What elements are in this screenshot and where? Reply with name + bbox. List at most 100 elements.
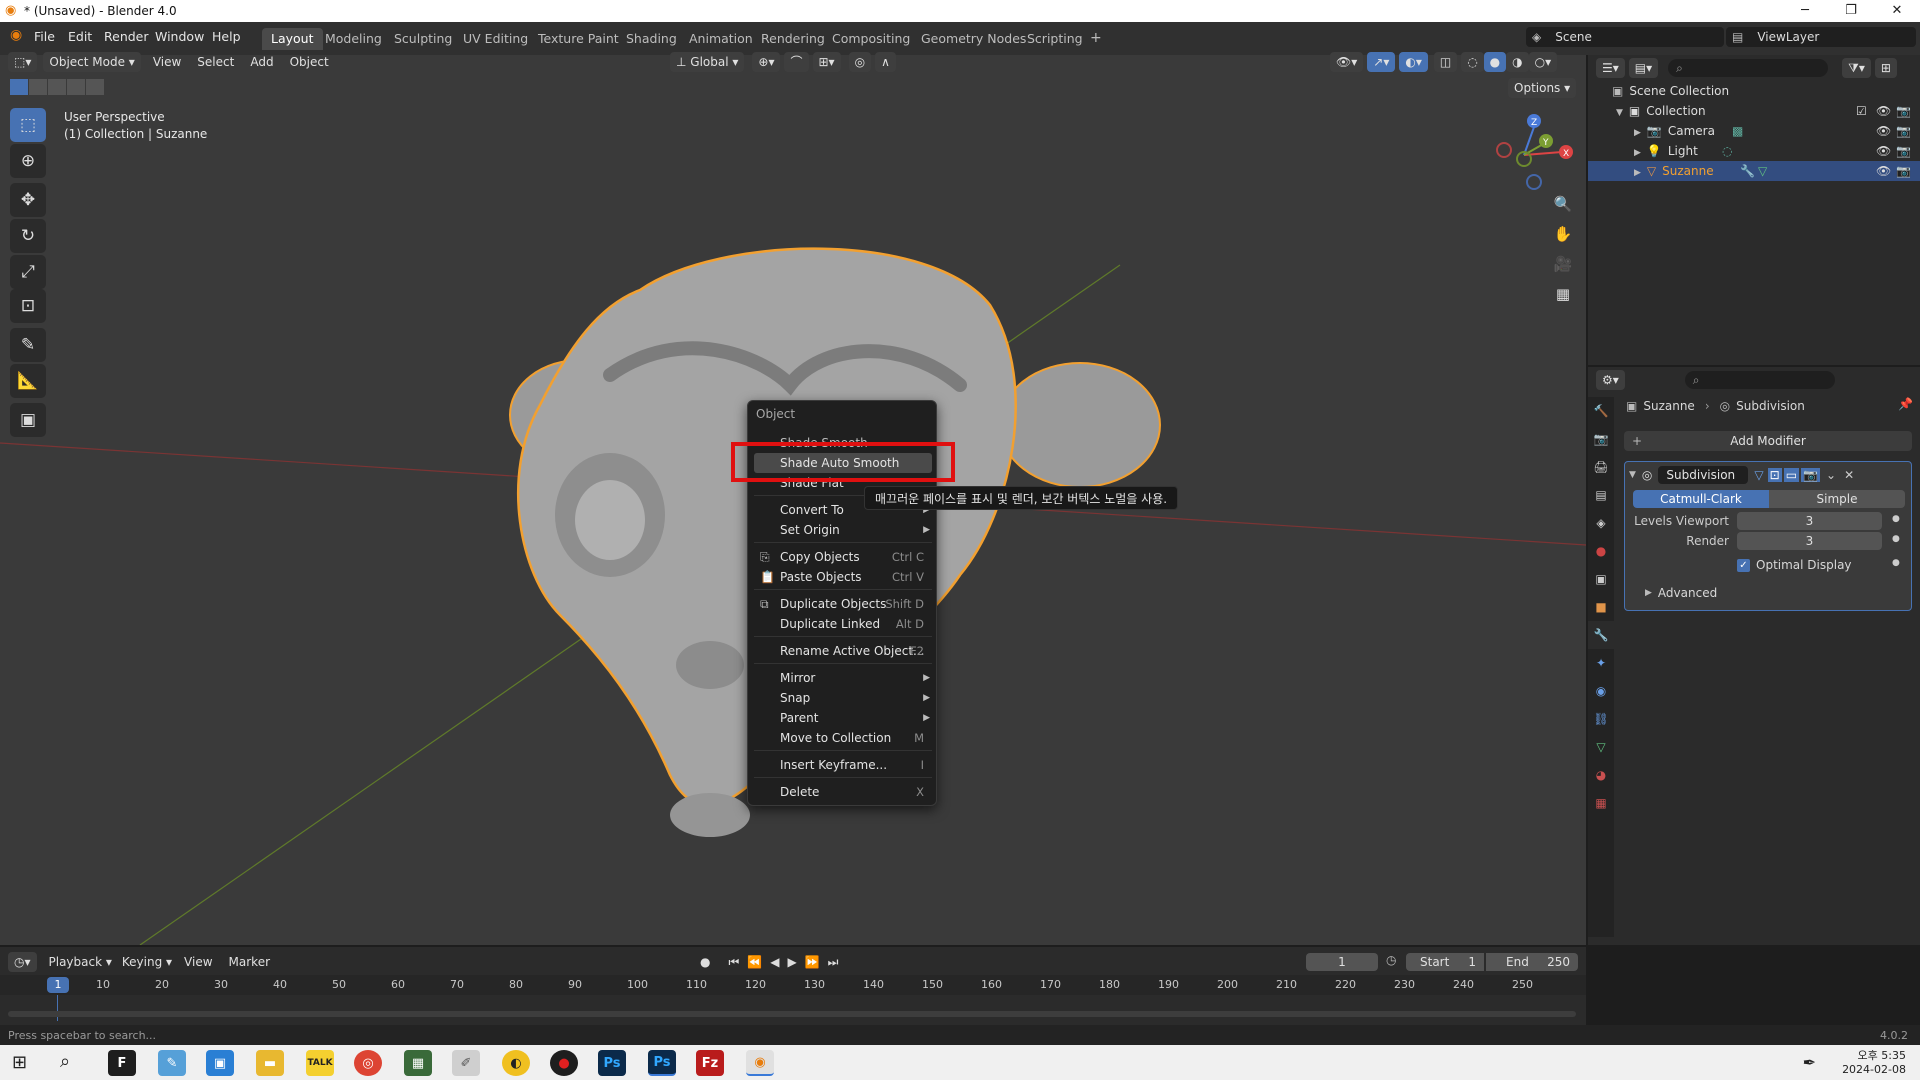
preview-range-icon[interactable]: ◷ (1386, 953, 1396, 967)
scene-selector[interactable]: ◈ Scene (1526, 27, 1724, 47)
realtime-icon[interactable]: ▭ (1783, 468, 1800, 482)
menu-render[interactable]: Render (104, 29, 149, 44)
edit-mode-icon[interactable]: ⊡ (1767, 468, 1782, 482)
annotate-tool[interactable]: ✎ (10, 328, 46, 362)
add-workspace-icon[interactable]: + (1090, 30, 1102, 46)
menu-item-set-origin[interactable]: Set Origin ▶ (748, 520, 938, 540)
current-frame-field[interactable]: 1 (1306, 953, 1378, 971)
remove-modifier-icon[interactable]: ✕ (1844, 468, 1854, 482)
rotate-tool[interactable]: ↻ (10, 219, 46, 253)
transform-tool[interactable]: ⊡ (10, 289, 46, 323)
physics-tab-icon[interactable]: ◉ (1588, 677, 1614, 705)
notes-app-icon[interactable]: ✎ (158, 1050, 186, 1076)
properties-search-input[interactable]: ⌕ (1684, 371, 1835, 389)
keyframe-dot-icon[interactable]: ● (1892, 558, 1900, 568)
simple-button[interactable]: Simple (1769, 490, 1905, 508)
add-modifier-button[interactable]: + Add Modifier (1624, 431, 1912, 451)
play-reverse-icon[interactable]: ◀ (770, 955, 779, 969)
playhead-frame[interactable]: 1 (47, 977, 69, 993)
advanced-subpanel-toggle[interactable]: ▶ Advanced (1645, 584, 1717, 602)
start-frame-field[interactable]: Start 1 (1406, 953, 1484, 971)
zoom-icon[interactable]: 🔍 (1550, 195, 1576, 221)
restore-icon[interactable]: ❐ (1828, 0, 1874, 22)
move-tool[interactable]: ✥ (10, 183, 46, 217)
tab-animation[interactable]: Animation (680, 28, 762, 50)
filter-icon[interactable]: ⧩▾ (1842, 58, 1871, 78)
render-toggle-icon[interactable]: 📷 (1801, 468, 1820, 482)
select-subtract-icon[interactable] (48, 79, 66, 95)
outliner-row-light[interactable]: ▶ 💡 Light ◌ 👁 📷 (1588, 141, 1920, 161)
outliner-row-scene-collection[interactable]: ▣ Scene Collection (1588, 81, 1920, 101)
pin-icon[interactable]: 📌 (1898, 397, 1913, 411)
record-app-icon[interactable]: ● (550, 1050, 578, 1076)
world-tab-icon[interactable]: ● (1588, 537, 1614, 565)
tool-tab-icon[interactable]: 🔨 (1588, 397, 1614, 425)
display-mode-icon[interactable]: ▤▾ (1628, 58, 1659, 78)
play-icon[interactable]: ▶ (787, 955, 796, 969)
menu-file[interactable]: File (34, 29, 55, 44)
blender-taskbar-icon[interactable]: ◉ (746, 1050, 774, 1076)
blender-menu-icon[interactable]: ◉ (10, 27, 22, 43)
eye-icon[interactable]: 👁 (1876, 161, 1891, 181)
on-cage-icon[interactable]: ▽ (1754, 468, 1763, 482)
cursor-tool[interactable]: ⊕ (10, 144, 46, 178)
menu-item-snap[interactable]: Snap ▶ (748, 688, 938, 708)
scene-tab-icon[interactable]: ◈ (1588, 509, 1614, 537)
properties-editor-type-icon[interactable]: ⚙▾ (1596, 370, 1625, 390)
render-levels-field[interactable]: 3 (1737, 532, 1882, 550)
constraints-tab-icon[interactable]: ⛓ (1588, 705, 1614, 733)
material-tab-icon[interactable]: ◕ (1588, 761, 1614, 789)
tab-texture-paint[interactable]: Texture Paint (529, 28, 628, 50)
jump-start-icon[interactable]: ⏮ (728, 955, 739, 970)
timeline-menu-playback[interactable]: Playback ▾ (49, 955, 112, 969)
timeline-editor-type-icon[interactable]: ◷▾ (8, 952, 37, 972)
frame-ruler[interactable]: 10 20 30 40 50 60 70 80 90 100 110 120 130 140 150 160 1… (0, 975, 1586, 995)
select-new-icon[interactable] (10, 79, 28, 95)
camera-view-icon[interactable]: 🎥 (1550, 255, 1576, 281)
filezilla-icon[interactable]: Fz (696, 1050, 724, 1076)
modifier-tab-icon[interactable]: 🔧 (1588, 621, 1614, 649)
viewport-menu-object[interactable]: Object (290, 55, 329, 69)
viewlayer-selector[interactable]: ▤ ViewLayer (1726, 27, 1916, 47)
timeline-menu-marker[interactable]: Marker (229, 955, 270, 969)
object-tab-icon[interactable]: ■ (1588, 593, 1614, 621)
select-extend-icon[interactable] (29, 79, 47, 95)
eye-icon[interactable]: 👁 (1876, 141, 1891, 161)
snap-target-icon[interactable]: ⊞▾ (812, 52, 841, 72)
search-icon[interactable]: ⌕ (60, 1051, 70, 1072)
pivot-icon[interactable]: ⊕▾ (752, 52, 781, 72)
particles-tab-icon[interactable]: ✦ (1588, 649, 1614, 677)
eye-icon[interactable]: 👁 (1876, 121, 1891, 141)
ortho-grid-icon[interactable]: ▦ (1550, 285, 1576, 311)
shading-rendered-icon[interactable]: ○▾ (1528, 52, 1558, 72)
menu-item-rename-active-object[interactable]: Rename Active Object... F2 (748, 641, 938, 661)
menu-edit[interactable]: Edit (68, 29, 92, 44)
output-tab-icon[interactable]: 🖨 (1588, 453, 1614, 481)
menu-window[interactable]: Window (155, 29, 204, 44)
kakao-icon[interactable]: ◐ (502, 1050, 530, 1076)
tab-modeling[interactable]: Modeling (316, 28, 391, 50)
kakaotalk-icon[interactable]: TALK (306, 1050, 334, 1076)
paint-tool-icon[interactable]: ✐ (452, 1050, 480, 1076)
select-intersect-icon[interactable] (86, 79, 104, 95)
proportional-edit-icon[interactable]: ◎ (848, 52, 872, 72)
keyframe-dot-icon[interactable]: ● (1892, 514, 1900, 524)
menu-help[interactable]: Help (212, 29, 241, 44)
menu-item-paste-objects[interactable]: 📋 Paste Objects Ctrl V (748, 567, 938, 587)
expand-arrow-icon[interactable]: ▶ (1634, 128, 1641, 138)
tab-uv-editing[interactable]: UV Editing (454, 28, 537, 50)
outliner-search-input[interactable]: ⌕ (1668, 59, 1829, 77)
modifier-name-field[interactable]: Subdivision (1658, 466, 1749, 484)
snap-icon[interactable]: ⌒ (784, 52, 809, 72)
orientation-selector[interactable]: ⊥ Global ▾ (670, 52, 745, 72)
keyframe-dot-icon[interactable]: ● (1892, 534, 1900, 544)
checkbox-icon[interactable]: ☑ (1856, 101, 1867, 121)
tab-scripting[interactable]: Scripting (1018, 28, 1092, 50)
editor-type-icon[interactable]: ⬚▾ (8, 52, 38, 72)
scale-tool[interactable]: ⤢ (10, 255, 46, 289)
mode-selector[interactable]: Object Mode ▾ (43, 52, 141, 72)
falloff-icon[interactable]: ∧ (875, 52, 896, 72)
viewport-menu-select[interactable]: Select (197, 55, 234, 69)
menu-item-copy-objects[interactable]: ⎘ Copy Objects Ctrl C (748, 547, 938, 567)
outliner-row-camera[interactable]: ▶ 📷 Camera ▩ 👁 📷 (1588, 121, 1920, 141)
